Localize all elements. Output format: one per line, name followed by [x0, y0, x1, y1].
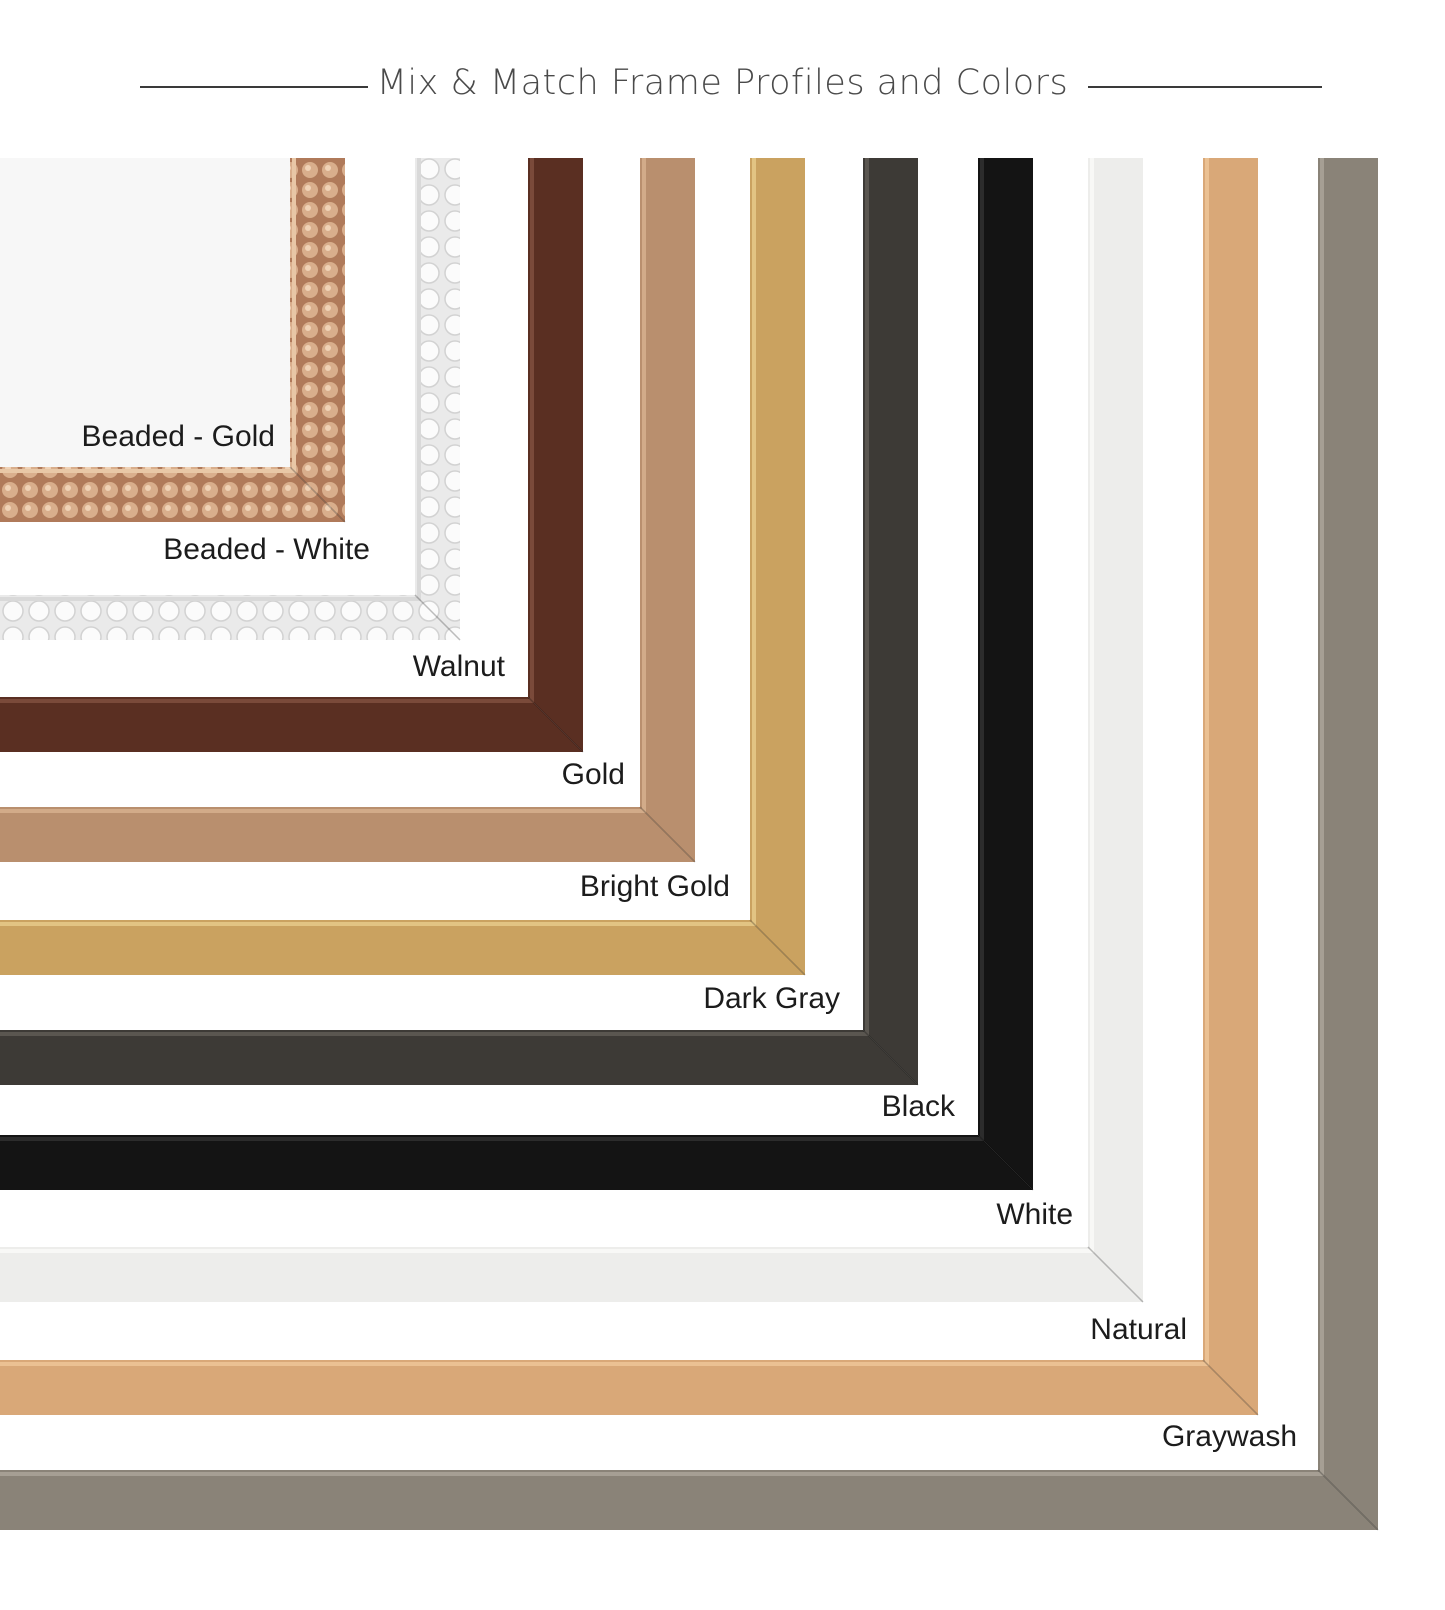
frame-band-horizontal [0, 1360, 1258, 1415]
frame-band-vertical [1318, 158, 1378, 1530]
frame-label: White [996, 1198, 1073, 1231]
frame-band-horizontal [0, 467, 345, 522]
frame-band-vertical [978, 158, 1033, 1190]
frame-band-vertical [863, 158, 918, 1085]
frame-label: Graywash [1161, 1420, 1297, 1453]
frame-label: Black [881, 1090, 955, 1123]
frame-label: Beaded - Gold [81, 420, 275, 453]
frame-band-horizontal [0, 1247, 1143, 1302]
frame-band-vertical [290, 158, 345, 522]
frame-label: Walnut [412, 650, 505, 683]
frame-corner-photo: Beaded - Gold Beaded - White Walnut Gold Bri… [0, 0, 1445, 1605]
frame-band-horizontal [0, 697, 583, 752]
frame-band-horizontal [0, 1470, 1378, 1530]
frame-band-horizontal [0, 1135, 1033, 1190]
frame-label: Dark Gray [703, 982, 840, 1015]
frame-band-vertical [1088, 158, 1143, 1302]
frame-band-vertical [528, 158, 583, 752]
frame-band-vertical [1203, 158, 1258, 1415]
frame-band-vertical [750, 158, 805, 975]
frame-band-horizontal [0, 595, 460, 640]
frame-label: Natural [1090, 1313, 1187, 1346]
frame-band-horizontal [0, 807, 695, 862]
frame-label: Bright Gold [579, 870, 730, 903]
frame-band-vertical [415, 158, 460, 640]
frame-band-vertical [640, 158, 695, 862]
frame-samples-graphic [0, 158, 1379, 1531]
frame-band-horizontal [0, 1030, 918, 1085]
frame-label: Gold [561, 758, 625, 791]
frame-label: Beaded - White [163, 533, 370, 566]
frame-band-horizontal [0, 920, 805, 975]
